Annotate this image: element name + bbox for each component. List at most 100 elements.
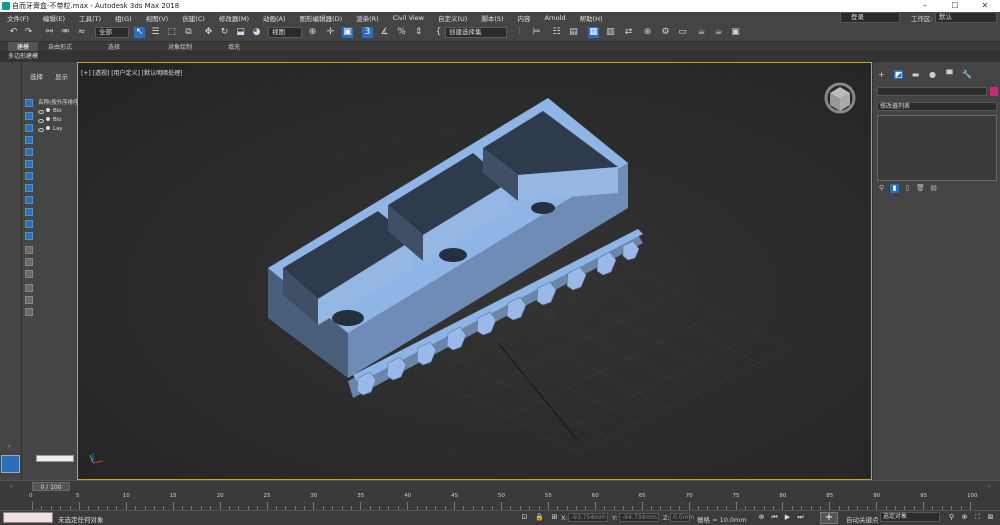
isolate-selection-icon[interactable]: ⊡ xyxy=(520,513,529,522)
scene-item[interactable]: Lay xyxy=(46,126,63,132)
sync-selection-icon[interactable] xyxy=(25,308,33,316)
menu-edit[interactable]: 编辑(E) xyxy=(36,13,72,23)
selection-lock-icon[interactable]: 🔒 xyxy=(535,513,544,522)
scale-icon[interactable]: ⬓ xyxy=(235,27,246,38)
scene-scrollbar[interactable] xyxy=(36,455,74,462)
menu-group[interactable]: 组(G) xyxy=(108,13,139,23)
display-containers-icon[interactable] xyxy=(25,220,33,228)
maximize-viewport-icon[interactable]: ⊠ xyxy=(986,513,995,522)
render-iterative-icon[interactable]: ☕ xyxy=(713,27,724,38)
move-icon[interactable]: ✥ xyxy=(203,27,214,38)
expand-arrow-icon[interactable]: › xyxy=(8,442,11,450)
z-coordinate-field[interactable]: 0.0mm xyxy=(670,513,694,522)
eye-icon[interactable] xyxy=(38,128,44,132)
scene-item[interactable]: Blo xyxy=(46,117,62,123)
ribbon-tab-object-paint[interactable]: 对象绘制 xyxy=(158,42,218,51)
perspective-viewport[interactable]: [+] [透视] [用户定义] [默认明暗处理] xyxy=(77,62,872,480)
menu-create[interactable]: 创建(C) xyxy=(175,13,212,23)
edit-named-sel-icon[interactable]: { xyxy=(433,27,444,38)
display-children-icon[interactable] xyxy=(25,270,33,278)
menu-help[interactable]: 帮助(H) xyxy=(573,13,610,23)
modifier-stack[interactable] xyxy=(877,115,997,181)
add-time-tag-icon[interactable]: ⊕ xyxy=(757,513,766,522)
set-key-button[interactable]: + xyxy=(820,512,838,524)
display-bones-icon[interactable] xyxy=(25,208,33,216)
x-coordinate-field[interactable]: -93.754mm xyxy=(568,513,608,522)
remove-modifier-icon[interactable]: 🗑 xyxy=(916,184,925,193)
redo-icon[interactable]: ↷ xyxy=(23,27,34,38)
go-to-end-icon[interactable]: ⏭ xyxy=(796,513,805,522)
configure-sets-icon[interactable]: ▤ xyxy=(929,184,938,193)
menu-customize[interactable]: 自定义(U) xyxy=(431,13,474,23)
toggle-scene-explorer-icon[interactable]: ☷ xyxy=(551,27,562,38)
show-end-result-icon[interactable]: ▮ xyxy=(890,184,899,193)
percent-snap-icon[interactable]: % xyxy=(396,27,407,38)
utilities-tab-icon[interactable]: 🔧 xyxy=(962,70,972,79)
maxscript-listener[interactable] xyxy=(3,512,53,523)
go-to-start-icon[interactable]: ⏮ xyxy=(770,513,779,522)
modifier-list-dropdown[interactable]: 修改器列表 xyxy=(877,102,997,111)
reference-coord-dropdown[interactable]: 视图 xyxy=(268,27,302,38)
make-unique-icon[interactable]: ▯ xyxy=(903,184,912,193)
signin-dropdown[interactable]: 登录 xyxy=(840,12,900,23)
display-geometry-icon[interactable] xyxy=(25,112,33,120)
menu-civil-view[interactable]: Civil View xyxy=(386,14,431,22)
menu-arnold[interactable]: Arnold xyxy=(538,14,573,22)
material-editor-icon[interactable]: ⊛ xyxy=(642,27,653,38)
undo-icon[interactable]: ↶ xyxy=(8,27,19,38)
menu-rendering[interactable]: 渲染(R) xyxy=(349,13,386,23)
display-all-icon[interactable] xyxy=(25,246,33,254)
time-slider-next-icon[interactable]: › xyxy=(988,483,990,490)
zoom-all-icon[interactable]: ⊕ xyxy=(960,513,969,522)
auto-key-button[interactable]: 自动关键点 xyxy=(846,514,879,524)
align-icon[interactable]: ⊨ xyxy=(531,27,542,38)
funnel-icon[interactable] xyxy=(25,296,33,304)
link-icon[interactable]: ⚯ xyxy=(44,27,55,38)
time-slider-track[interactable] xyxy=(0,480,1000,492)
viewport-layout-icon[interactable] xyxy=(1,455,20,473)
zoom-icon[interactable]: ⚲ xyxy=(947,513,956,522)
rendered-frame-icon[interactable]: ▭ xyxy=(677,27,688,38)
display-shapes-icon[interactable] xyxy=(25,124,33,132)
minimize-icon[interactable]: – xyxy=(910,0,940,12)
menu-views[interactable]: 视图(V) xyxy=(139,13,176,23)
display-frozen-icon[interactable] xyxy=(25,232,33,240)
menu-modifiers[interactable]: 修改器(M) xyxy=(212,13,256,23)
select-object-icon[interactable]: ↖ xyxy=(134,27,145,38)
filter-icon[interactable] xyxy=(25,284,33,292)
bind-space-warp-icon[interactable]: ≈ xyxy=(76,27,87,38)
time-slider[interactable]: 0 / 100 xyxy=(32,482,70,491)
close-icon[interactable]: ✕ xyxy=(970,0,1000,12)
modify-tab-icon[interactable]: ◩ xyxy=(894,70,903,79)
schematic-view-icon[interactable]: ⇄ xyxy=(623,27,634,38)
motion-tab-icon[interactable]: ● xyxy=(928,70,937,79)
spinner-snap-icon[interactable]: ⇕ xyxy=(413,27,424,38)
menu-file[interactable]: 文件(F) xyxy=(0,13,36,23)
maximize-icon[interactable]: ☐ xyxy=(940,0,970,12)
absolute-mode-icon[interactable]: ⊞ xyxy=(550,513,559,522)
toggle-layer-explorer-icon[interactable]: ▤ xyxy=(568,27,579,38)
object-color-swatch[interactable] xyxy=(990,87,998,96)
display-tab-icon[interactable]: ▀ xyxy=(945,70,954,79)
mirror-icon[interactable]: ⫶ xyxy=(514,27,525,38)
menu-graph-editors[interactable]: 图形编辑器(D) xyxy=(293,13,350,23)
hierarchy-tab-icon[interactable]: ▬ xyxy=(911,70,920,79)
angle-snap-icon[interactable]: ∡ xyxy=(379,27,390,38)
zoom-extents-icon[interactable]: ⛶ xyxy=(973,513,982,522)
y-coordinate-field[interactable]: -94.734mm xyxy=(619,513,659,522)
ribbon-tab-populate[interactable]: 填充 xyxy=(218,42,278,51)
window-crossing-icon[interactable]: ⧉ xyxy=(183,27,194,38)
menu-content[interactable]: 内容 xyxy=(511,13,538,23)
ribbon-tab-modeling[interactable]: 建模 xyxy=(8,42,38,51)
menu-scripting[interactable]: 脚本(S) xyxy=(474,13,510,23)
display-spacewarps-icon[interactable] xyxy=(25,172,33,180)
display-groups-icon[interactable] xyxy=(25,184,33,192)
create-tab-icon[interactable]: + xyxy=(877,70,886,79)
scene-column-header[interactable]: 名称(按升序排序) xyxy=(38,98,81,106)
select-by-name-icon[interactable]: ☰ xyxy=(150,27,161,38)
rotate-icon[interactable]: ↻ xyxy=(219,27,230,38)
eye-icon[interactable] xyxy=(38,110,44,114)
render-cloud-icon[interactable]: ▣ xyxy=(730,27,741,38)
selection-set-dropdown[interactable]: 选定对象 xyxy=(880,512,940,522)
viewcube-icon[interactable] xyxy=(824,82,856,114)
